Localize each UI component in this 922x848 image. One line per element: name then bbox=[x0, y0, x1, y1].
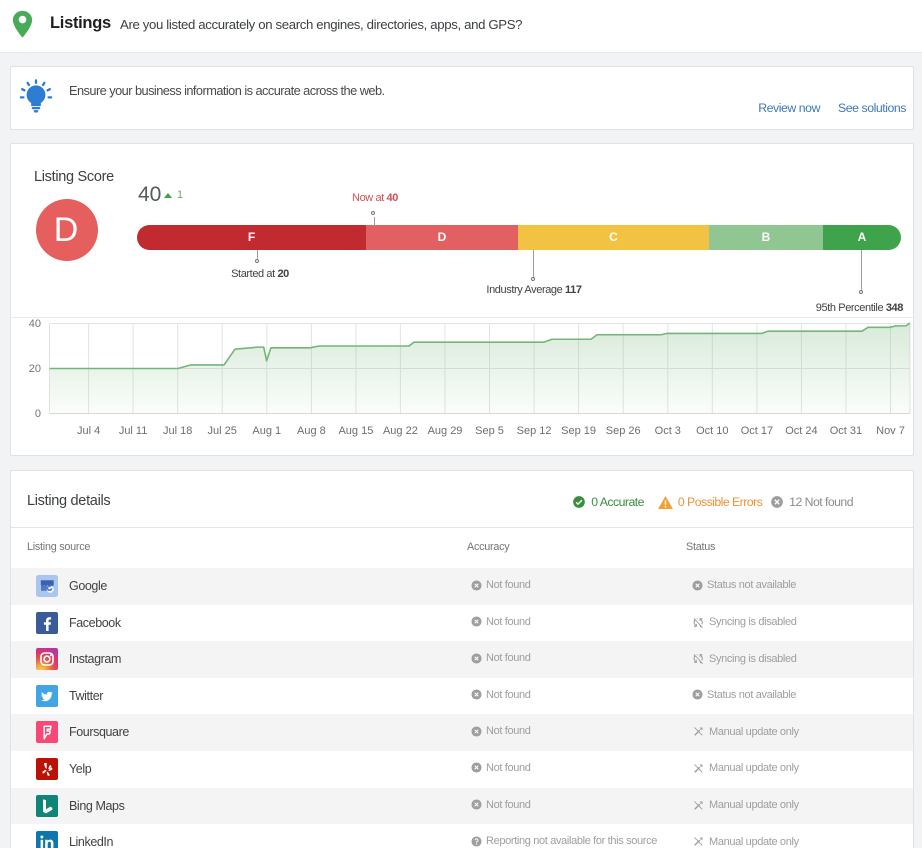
svg-text:Sep 26: Sep 26 bbox=[606, 425, 641, 437]
svg-text:Jul 4: Jul 4 bbox=[77, 425, 100, 437]
svg-text:Oct 3: Oct 3 bbox=[655, 425, 681, 437]
svg-text:Aug 29: Aug 29 bbox=[428, 425, 463, 437]
svg-text:Oct 17: Oct 17 bbox=[741, 425, 773, 437]
svg-text:Oct 24: Oct 24 bbox=[785, 425, 817, 437]
svg-text:Aug 1: Aug 1 bbox=[252, 425, 281, 437]
svg-text:Aug 8: Aug 8 bbox=[297, 425, 326, 437]
svg-text:20: 20 bbox=[29, 363, 41, 375]
svg-text:Sep 5: Sep 5 bbox=[475, 425, 504, 437]
svg-text:Jul 25: Jul 25 bbox=[208, 425, 237, 437]
svg-text:Aug 15: Aug 15 bbox=[338, 425, 373, 437]
svg-text:Jul 18: Jul 18 bbox=[163, 425, 192, 437]
svg-text:Aug 22: Aug 22 bbox=[383, 425, 418, 437]
svg-text:0: 0 bbox=[35, 408, 41, 420]
svg-text:Jul 11: Jul 11 bbox=[119, 425, 148, 437]
svg-text:Sep 19: Sep 19 bbox=[561, 425, 596, 437]
svg-text:Oct 31: Oct 31 bbox=[830, 425, 862, 437]
svg-text:Sep 12: Sep 12 bbox=[517, 425, 552, 437]
svg-text:Nov 7: Nov 7 bbox=[876, 425, 905, 437]
svg-text:Oct 10: Oct 10 bbox=[696, 425, 728, 437]
svg-text:40: 40 bbox=[29, 318, 41, 330]
